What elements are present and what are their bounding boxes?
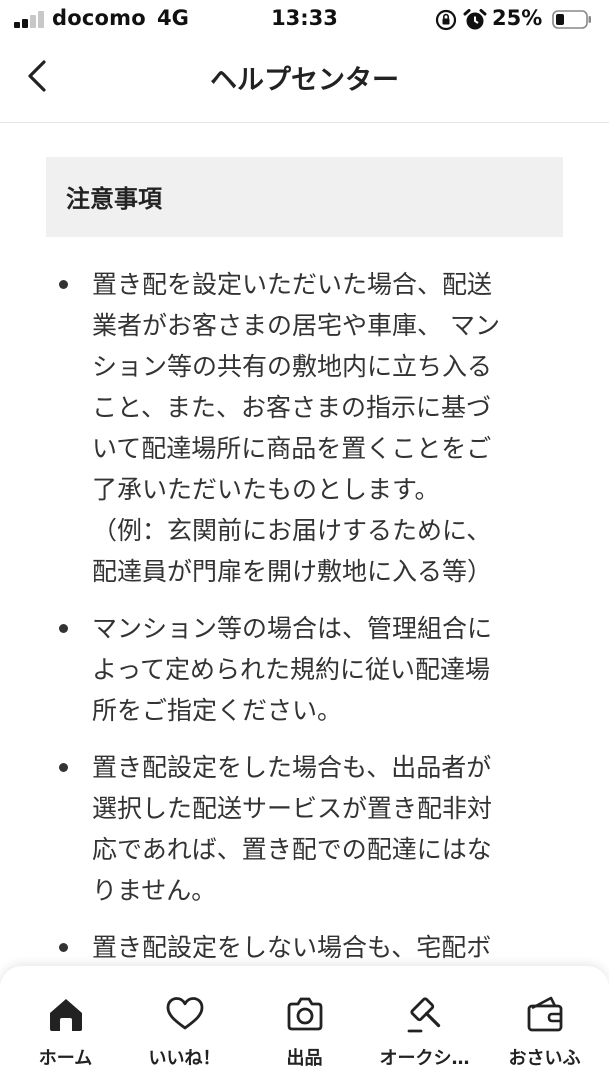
status-bar: docomo 4G 13:33 25% [0, 0, 609, 40]
bullet-icon [59, 943, 68, 952]
note-line: よって定められた規約に従い配達場 [92, 655, 491, 684]
tab-likes[interactable]: いいね！ [124, 966, 245, 1080]
list-item: 置き配設定をした場合も、出品者が 選択した配送サービスが置き配非対 応であれば、… [0, 747, 609, 911]
tab-auction[interactable]: オークシ… [364, 966, 485, 1080]
page-title: ヘルプセンター [210, 65, 399, 96]
note-line: 置き配を設定いただいた場合、配送 [92, 270, 493, 299]
note-line: 業者がお客さまの居宅や車庫、 マン [92, 311, 500, 340]
bullet-icon [59, 763, 68, 772]
orientation-lock-icon [435, 9, 457, 31]
bottom-tab-bar: ホーム いいね！ 出品 オークシ… おさいふ [0, 966, 609, 1080]
list-item: 置き配を設定いただいた場合、配送 業者がお客さまの居宅や車庫、 マン ション等の… [0, 264, 609, 592]
note-line: こと、また、お客さまの指示に基づ [92, 393, 492, 422]
alarm-icon [463, 9, 487, 30]
note-line: 配達員が門扉を開け敷地に入る等） [92, 557, 493, 586]
note-line: マンション等の場合は、管理組合に [92, 614, 493, 643]
bullet-icon [59, 280, 68, 289]
note-line: 選択した配送サービスが置き配非対 [92, 794, 493, 823]
section-heading: 注意事項 [46, 157, 563, 237]
tab-label: ホーム [38, 1048, 93, 1069]
note-line: いて配達場所に商品を置くことをご [92, 434, 492, 463]
note-line: 置き配設定をしない場合も、宅配ボ [92, 933, 492, 962]
notes-list: 置き配を設定いただいた場合、配送 業者がお客さまの居宅や車庫、 マン ション等の… [0, 264, 609, 984]
heart-icon [166, 997, 204, 1030]
tab-label: オークシ… [379, 1048, 470, 1069]
home-icon [50, 999, 82, 1031]
tab-label: 出品 [286, 1048, 323, 1069]
list-item: 置き配設定をしない場合も、宅配ボ [0, 927, 609, 968]
tab-wallet[interactable]: おさいふ [484, 966, 605, 1080]
tab-home[interactable]: ホーム [5, 966, 126, 1080]
tab-label: おさいふ [508, 1048, 581, 1069]
note-line: 了承いただいたものとします。 [92, 475, 440, 504]
app-header: ヘルプセンター [0, 40, 609, 123]
tab-listing[interactable]: 出品 [244, 966, 365, 1080]
section-heading-text: 注意事項 [66, 185, 162, 213]
note-line: 応であれば、置き配での配達にはな [92, 835, 492, 864]
note-line: りません。 [92, 876, 217, 905]
list-item: マンション等の場合は、管理組合に よって定められた規約に従い配達場 所をご指定く… [0, 608, 609, 731]
battery-icon [552, 10, 591, 29]
tab-label: いいね！ [148, 1048, 221, 1069]
note-line: 所をご指定ください。 [92, 696, 343, 725]
note-line: （例：玄関前にお届けするために、 [92, 516, 492, 545]
note-line: ション等の共有の敷地内に立ち入る [92, 352, 493, 381]
camera-icon [287, 997, 323, 1031]
note-line: 置き配設定をした場合も、出品者が [92, 753, 492, 782]
wallet-icon [527, 996, 563, 1032]
battery-percentage: 25% [492, 6, 543, 30]
auction-hammer-icon [407, 997, 441, 1033]
bullet-icon [59, 624, 68, 633]
